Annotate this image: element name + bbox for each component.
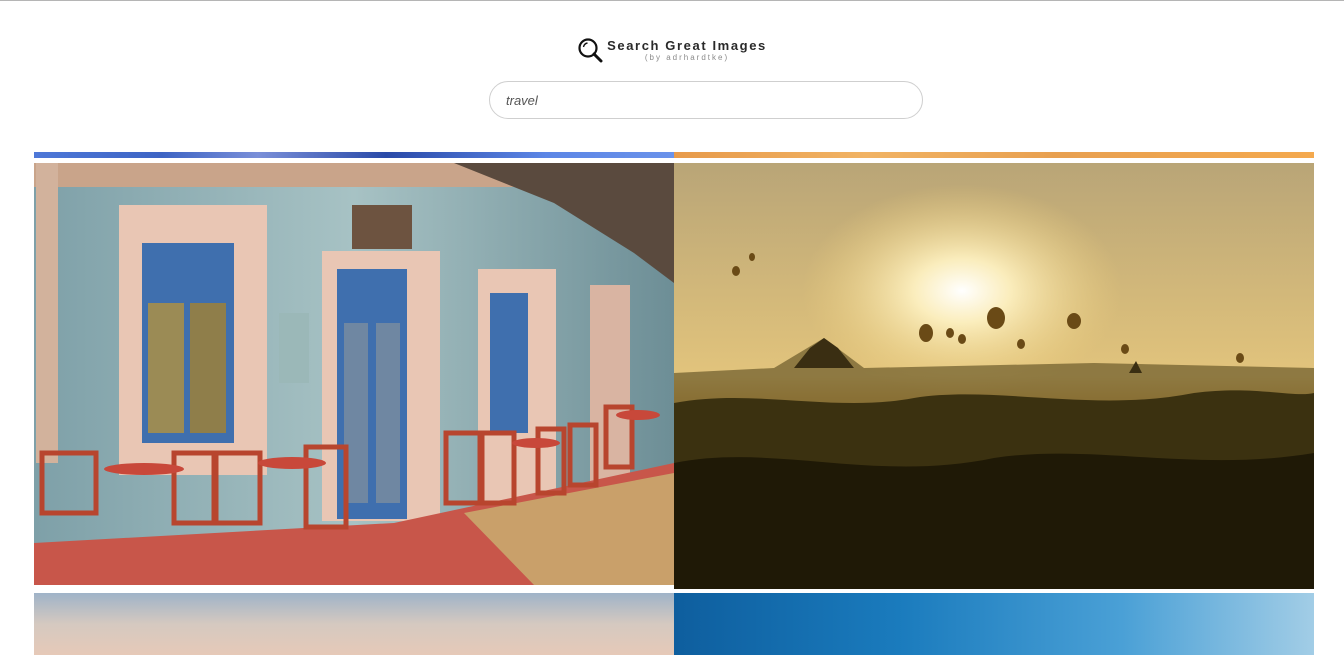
- site-title: Search Great Images: [607, 38, 767, 53]
- site-subtitle: (by adrhardtke): [644, 53, 730, 62]
- image-tile-cafe[interactable]: [34, 163, 674, 585]
- image-tile-water[interactable]: [674, 593, 1314, 655]
- image-tile-top-left[interactable]: [34, 152, 674, 158]
- image-tile-sky[interactable]: [34, 593, 674, 655]
- brand[interactable]: Search Great Images (by adrhardtke): [577, 37, 767, 63]
- search-input[interactable]: [489, 81, 923, 119]
- site-header: Search Great Images (by adrhardtke): [0, 37, 1344, 63]
- image-tile-top-right[interactable]: [674, 152, 1314, 158]
- image-tile-balloons[interactable]: [674, 163, 1314, 589]
- magnifier-icon: [577, 37, 607, 63]
